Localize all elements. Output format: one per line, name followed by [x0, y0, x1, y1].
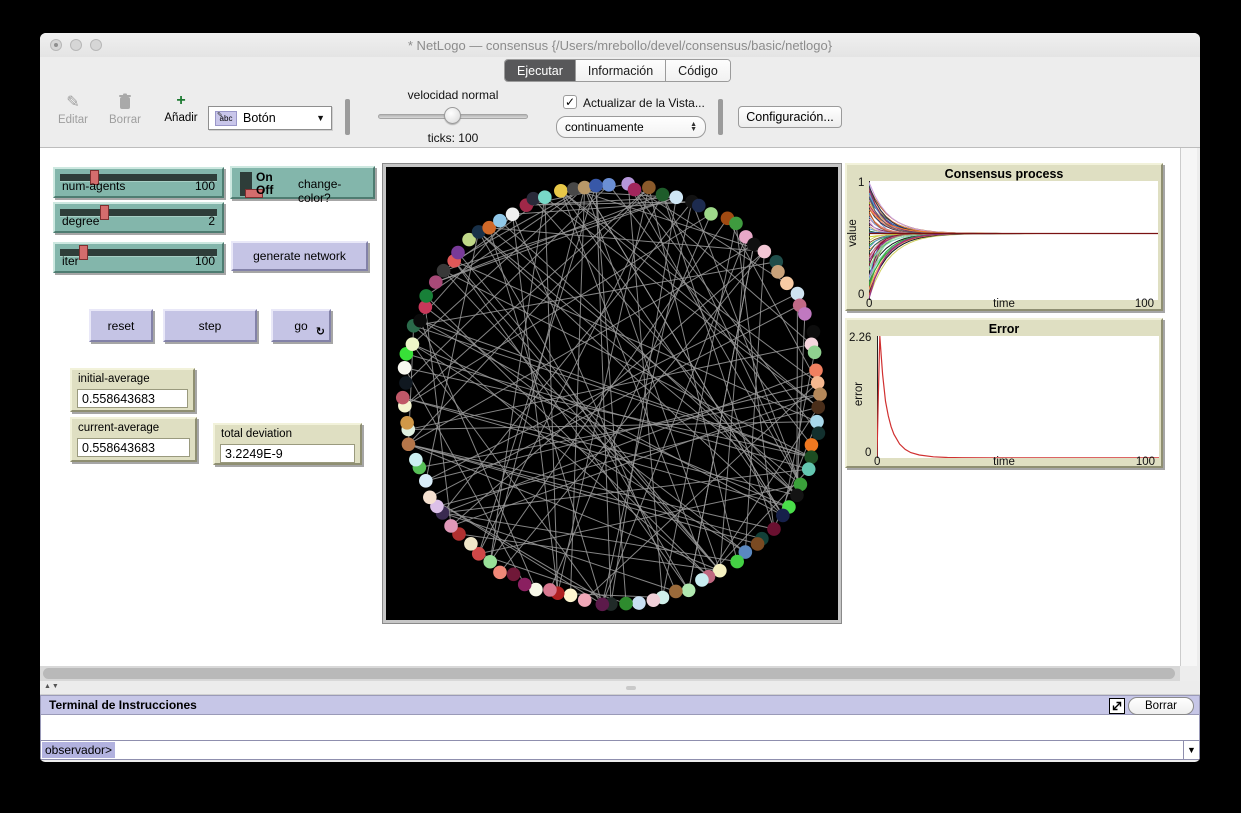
generate-network-button[interactable]: generate network: [231, 241, 368, 271]
monitor-label: initial-average: [78, 373, 150, 385]
slider-num-agents[interactable]: num-agents 100: [53, 167, 224, 198]
go-button-label: go: [294, 319, 307, 333]
edit-button-label: Editar: [49, 114, 97, 126]
pencil-icon: ✎: [49, 93, 97, 112]
trash-icon: [101, 93, 149, 112]
plot-consensus-process: Consensus process 1 0 value 0 time 100: [845, 163, 1163, 311]
reset-button[interactable]: reset: [89, 309, 153, 342]
command-input[interactable]: [115, 741, 1183, 759]
y-axis-label: error: [853, 382, 865, 406]
terminal-output: [40, 715, 1200, 740]
splitter-handle[interactable]: [626, 686, 636, 690]
x-axis-label: time: [847, 298, 1161, 310]
clear-terminal-button[interactable]: Borrar: [1128, 697, 1194, 715]
export-icon[interactable]: [1109, 698, 1125, 714]
world-view[interactable]: [383, 164, 841, 623]
monitor-label: total deviation: [221, 428, 292, 440]
command-line: observador> ▼: [40, 740, 1200, 760]
slider-handle[interactable]: [79, 245, 88, 260]
view-updates-checkbox[interactable]: ✓: [563, 95, 577, 109]
ticks-counter: ticks: 100: [378, 131, 528, 145]
vertical-scrollbar[interactable]: [1180, 148, 1197, 666]
toolbar-separator: [345, 99, 350, 135]
slider-value: 100: [195, 254, 215, 268]
monitor-current-average: current-average 0.558643683: [70, 417, 197, 462]
command-center-header: Terminal de Instrucciones Borrar: [40, 695, 1200, 715]
error-plot-area: [877, 336, 1159, 458]
tab-group: Ejecutar Información Código: [504, 59, 731, 82]
switch-off-label: Off: [256, 183, 273, 197]
add-widget-button[interactable]: + Añadir: [157, 91, 205, 124]
toolbar-separator-2: [718, 99, 723, 135]
forever-icon: ↻: [316, 325, 325, 338]
slider-label: num-agents: [62, 179, 125, 193]
delete-button[interactable]: Borrar: [101, 93, 149, 126]
monitor-value: 3.2249E-9: [220, 444, 355, 463]
x-max-tick: 100: [1135, 298, 1154, 310]
title-bar[interactable]: * NetLogo — consensus {/Users/mrebollo/d…: [40, 33, 1200, 57]
netlogo-window: * NetLogo — consensus {/Users/mrebollo/d…: [40, 33, 1200, 762]
slider-value: 2: [208, 214, 215, 228]
stepper-arrows-icon: ▲▼: [690, 122, 697, 132]
plot-title: Consensus process: [847, 167, 1161, 181]
y-max-tick: 2.26: [849, 332, 871, 344]
update-mode-value: continuamente: [565, 120, 644, 134]
switch-on-label: On: [256, 170, 273, 184]
x-max-tick: 100: [1136, 456, 1155, 468]
slider-degree[interactable]: degree 2: [53, 202, 224, 233]
monitor-value: 0.558643683: [77, 438, 190, 457]
y-max-tick: 1: [858, 177, 864, 189]
monitor-value: 0.558643683: [77, 389, 188, 408]
consensus-plot-area: [869, 181, 1158, 300]
toolbar: ✎ Editar Borrar + Añadir ✎abc Botón ▼ ve…: [40, 84, 1200, 148]
switch-change-color[interactable]: On Off change-color?: [230, 166, 375, 199]
view-updates-label: Actualizar de la Vista...: [583, 96, 705, 110]
slider-label: iter: [62, 254, 79, 268]
delete-button-label: Borrar: [101, 114, 149, 126]
tab-informacion[interactable]: Información: [576, 60, 666, 81]
speed-slider-label: velocidad normal: [378, 88, 528, 102]
observer-prompt: observador>: [42, 742, 115, 758]
horizontal-scrollbar[interactable]: [40, 666, 1180, 681]
tab-bar: Ejecutar Información Código: [40, 57, 1200, 84]
panel-splitter[interactable]: ▲▼: [40, 681, 1200, 695]
tab-ejecutar[interactable]: Ejecutar: [505, 60, 576, 81]
window-title: * NetLogo — consensus {/Users/mrebollo/d…: [40, 38, 1200, 53]
horizontal-scrollbar-thumb[interactable]: [43, 668, 1175, 679]
slider-iter[interactable]: iter 100: [53, 242, 224, 273]
switch-track: [240, 172, 252, 196]
add-button-label: Añadir: [157, 112, 205, 124]
update-mode-select[interactable]: continuamente ▲▼: [556, 116, 706, 138]
slider-label: degree: [62, 214, 99, 228]
monitor-total-deviation: total deviation 3.2249E-9: [213, 423, 362, 465]
settings-button[interactable]: Configuración...: [738, 106, 842, 128]
dropdown-arrow-icon: ▼: [316, 113, 325, 123]
y-axis-label: value: [847, 219, 859, 247]
edit-button[interactable]: ✎ Editar: [49, 93, 97, 126]
plus-icon: +: [157, 91, 205, 110]
desktop-background: * NetLogo — consensus {/Users/mrebollo/d…: [0, 0, 1241, 813]
switch-label: change-color?: [298, 177, 373, 205]
slider-value: 100: [195, 179, 215, 193]
speed-slider-thumb[interactable]: [444, 107, 461, 124]
widget-type-dropdown[interactable]: ✎abc Botón ▼: [208, 106, 332, 130]
plot-error: Error 2.26 0 error 0 time 100: [845, 318, 1163, 468]
history-dropdown[interactable]: ▼: [1183, 741, 1199, 759]
button-widget-icon: ✎abc: [215, 111, 237, 126]
step-button[interactable]: step: [163, 309, 257, 342]
tab-codigo[interactable]: Código: [666, 60, 730, 81]
x-axis-label: time: [847, 456, 1161, 468]
network-graph: [386, 167, 838, 620]
widget-type-value: Botón: [243, 111, 276, 125]
slider-groove: [60, 249, 217, 257]
monitor-label: current-average: [78, 422, 159, 434]
go-forever-button[interactable]: go ↻: [271, 309, 331, 342]
plot-title: Error: [847, 322, 1161, 336]
splitter-arrows-icon[interactable]: ▲▼: [44, 683, 60, 690]
slider-handle[interactable]: [100, 205, 109, 220]
monitor-initial-average: initial-average 0.558643683: [70, 368, 195, 412]
command-center-title: Terminal de Instrucciones: [49, 698, 197, 712]
